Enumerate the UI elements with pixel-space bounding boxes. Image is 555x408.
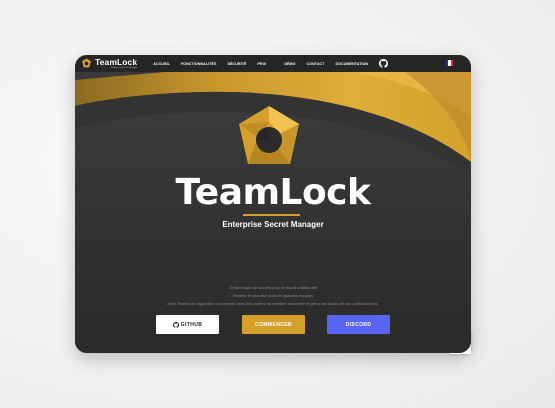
github-button[interactable]: Github [156, 315, 219, 334]
hero-title: TeamLock [175, 172, 371, 213]
french-flag-icon[interactable] [446, 60, 453, 66]
description-line-1: Gestionnaire de secrets pour le travail … [229, 285, 317, 290]
brand[interactable]: TeamLock Enterprise Secret Manager [81, 58, 137, 69]
hero-description: Gestionnaire de secrets pour le travail … [75, 284, 471, 307]
description-line-2: Flexible et sécurisé pour les grandes éq… [232, 292, 314, 298]
nav-link-contact[interactable]: Contact [307, 62, 325, 66]
github-icon [172, 321, 179, 328]
nav-link-prix[interactable]: Prix [258, 62, 267, 66]
discord-button[interactable]: Discord [327, 315, 390, 334]
nav-link-documentation[interactable]: Documentation [336, 62, 369, 66]
github-button-label: Github [180, 321, 203, 328]
hero-content: TeamLock Enterprise Secret Manager Gesti… [75, 55, 471, 353]
title-underline [243, 214, 300, 216]
brand-name: TeamLock [95, 56, 138, 67]
nav-link-fonctionnalites[interactable]: Fonctionnalités [181, 62, 217, 66]
description-line-3: Avec TeamLock organisez vos secrets dans… [167, 300, 379, 306]
teamlock-logo-icon [82, 58, 91, 68]
teamlock-hero-logo-icon [239, 106, 299, 164]
browser-frame: TeamLock Enterprise Secret Manager Accue… [75, 55, 471, 353]
nav-links: Accueil Fonctionnalités Sécurité Prix Dé… [153, 59, 389, 68]
nav-link-accueil[interactable]: Accueil [153, 62, 170, 66]
github-icon[interactable] [379, 59, 389, 68]
start-button[interactable]: Commencer [242, 315, 305, 334]
brand-subtitle: Enterprise Secret Manager [111, 66, 138, 69]
nav-link-securite[interactable]: Sécurité [228, 62, 247, 66]
top-navbar: TeamLock Enterprise Secret Manager Accue… [75, 55, 471, 72]
hero-subtitle: Enterprise Secret Manager [222, 220, 324, 229]
nav-link-demo[interactable]: Démo [284, 62, 295, 66]
